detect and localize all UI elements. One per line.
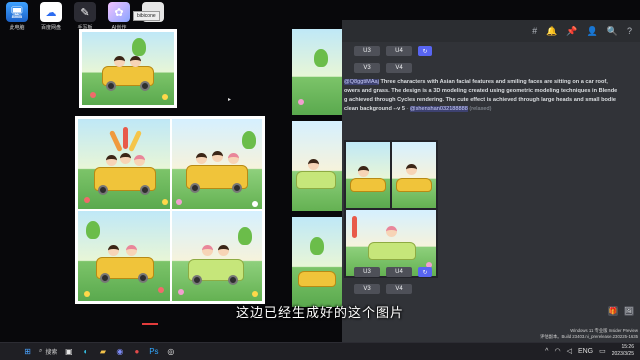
message-image-grid[interactable] <box>344 140 438 278</box>
desktop-icon-label: 百度网盘 <box>40 25 61 31</box>
midjourney-message: @Q8ggtiMAaj Three characters with Asian … <box>344 78 640 114</box>
bot-mention[interactable]: @Q8ggtiMAaj <box>344 79 379 85</box>
image-tile <box>292 121 342 211</box>
red-marker <box>142 323 158 325</box>
prompt-text-line4: clean background --v 5 <box>344 106 405 112</box>
baidu-netdisk-icon: ☁ <box>40 2 62 22</box>
reroll-button[interactable]: ↻ <box>418 46 432 56</box>
edge-browser-icon[interactable]: ◐ <box>80 346 91 357</box>
windows-taskbar: ⊞ ⌕ 搜索 ▣ ◐ ▰ ◉ ● Ps ◎ ^ ◠ ◁ ENG ▭ 15:26 … <box>0 342 640 360</box>
language-indicator[interactable]: ENG <box>578 348 593 355</box>
upscale-buttons-bottom: U3 U4 ↻ <box>354 267 432 277</box>
variation-buttons-bottom: V3 V4 <box>354 284 412 294</box>
discord-channel-panel: # 🔔 📌 👤 🔍 ? U3 U4 ↻ V3 V4 @Q8ggtiMAaj Th… <box>342 20 640 342</box>
member-list-icon[interactable]: 👤 <box>587 26 598 37</box>
desktop-icon-tablet[interactable]: ✎ 手写板 <box>70 2 100 31</box>
windows-watermark: Windows 11 专业版 Insider Preview 评估副本。Buil… <box>540 328 638 340</box>
image-tile-4 <box>172 211 262 301</box>
file-explorer-icon[interactable]: ▰ <box>97 346 108 357</box>
image-tile <box>392 142 436 208</box>
obs-icon[interactable]: ◎ <box>165 346 176 357</box>
wifi-icon[interactable]: ◠ <box>554 347 560 355</box>
u4-button[interactable]: U4 <box>386 46 412 56</box>
image-tile <box>346 142 390 208</box>
generated-image-strip[interactable] <box>292 29 342 307</box>
clock-time: 15:26 <box>621 344 634 350</box>
desktop-icon-ai[interactable]: ✿ AI创作 <box>104 2 134 31</box>
task-view-icon[interactable]: ▣ <box>63 346 74 357</box>
v3-button[interactable]: V3 <box>354 63 380 73</box>
computer-icon: 🖥 <box>6 2 28 22</box>
photoshop-icon[interactable]: Ps <box>148 346 159 357</box>
variation-buttons-top: V3 V4 <box>354 63 412 73</box>
image-tile <box>292 217 342 307</box>
u3-button[interactable]: U3 <box>354 267 380 277</box>
pen-tool-icon: ✎ <box>74 2 96 22</box>
system-clock[interactable]: 15:26 2023/3/25 <box>612 344 634 358</box>
u4-button[interactable]: U4 <box>386 267 412 277</box>
v4-button[interactable]: V4 <box>386 63 412 73</box>
taskbar-search[interactable]: ⌕ 搜索 <box>39 347 57 356</box>
prompt-text-line1: Three characters with Asian facial featu… <box>378 79 608 85</box>
discord-icon[interactable]: ◉ <box>114 346 125 357</box>
mode-label: (relaxed) <box>467 106 492 112</box>
u3-button[interactable]: U3 <box>354 46 380 56</box>
watermark-line2: 评估副本。Build 23403.ni_prerelease.230225-16… <box>540 334 638 339</box>
upscale-buttons-top: U3 U4 ↻ <box>354 46 432 56</box>
prompt-text-line2: owers and grass. The design is a 3D mode… <box>344 88 618 94</box>
prompt-text-line3: g achieved through Cycles rendering. The… <box>344 97 616 103</box>
desktop-icon-label: 此电脑 <box>9 25 25 31</box>
image-tile-1 <box>78 119 170 209</box>
search-icon[interactable]: 🔍 <box>607 26 618 37</box>
desktop-icon-baidu[interactable]: ☁ 百度网盘 <box>36 2 66 31</box>
reroll-button[interactable]: ↻ <box>418 267 432 277</box>
video-subtitle: 这边已经生成好的这个图片 <box>235 306 404 321</box>
battery-icon[interactable]: ▭ <box>599 347 606 355</box>
mouse-cursor: ▸ <box>228 97 232 103</box>
image-tile-3 <box>78 211 170 301</box>
file-name-tooltip: bibicone <box>133 11 160 21</box>
chevron-up-icon[interactable]: ^ <box>545 348 548 355</box>
notification-bell-icon[interactable]: 🔔 <box>546 26 557 37</box>
speaker-icon[interactable]: ◁ <box>567 347 572 355</box>
desktop-icon-this-pc[interactable]: 🖥 此电脑 <box>2 2 32 31</box>
search-icon: ⌕ <box>39 348 43 354</box>
record-icon[interactable]: ● <box>131 346 142 357</box>
clock-date: 2023/3/25 <box>611 351 634 357</box>
channel-toolbar: # 🔔 📌 👤 🔍 ? <box>342 20 640 42</box>
v4-button[interactable]: V4 <box>386 284 412 294</box>
image-tile-2 <box>172 119 262 209</box>
search-label: 搜索 <box>45 350 58 356</box>
image-tile <box>82 32 174 105</box>
user-mention[interactable]: @shenshan032188888 <box>409 106 468 112</box>
v3-button[interactable]: V3 <box>354 284 380 294</box>
help-icon[interactable]: ? <box>627 26 632 36</box>
generated-image-single[interactable] <box>79 29 177 108</box>
generated-image-grid[interactable] <box>75 116 265 304</box>
windows-start-icon[interactable]: ⊞ <box>22 346 33 357</box>
image-tile <box>292 29 342 115</box>
pin-icon[interactable]: 📌 <box>566 26 577 37</box>
threads-icon[interactable]: # <box>532 26 537 36</box>
ai-app-icon: ✿ <box>108 2 130 22</box>
